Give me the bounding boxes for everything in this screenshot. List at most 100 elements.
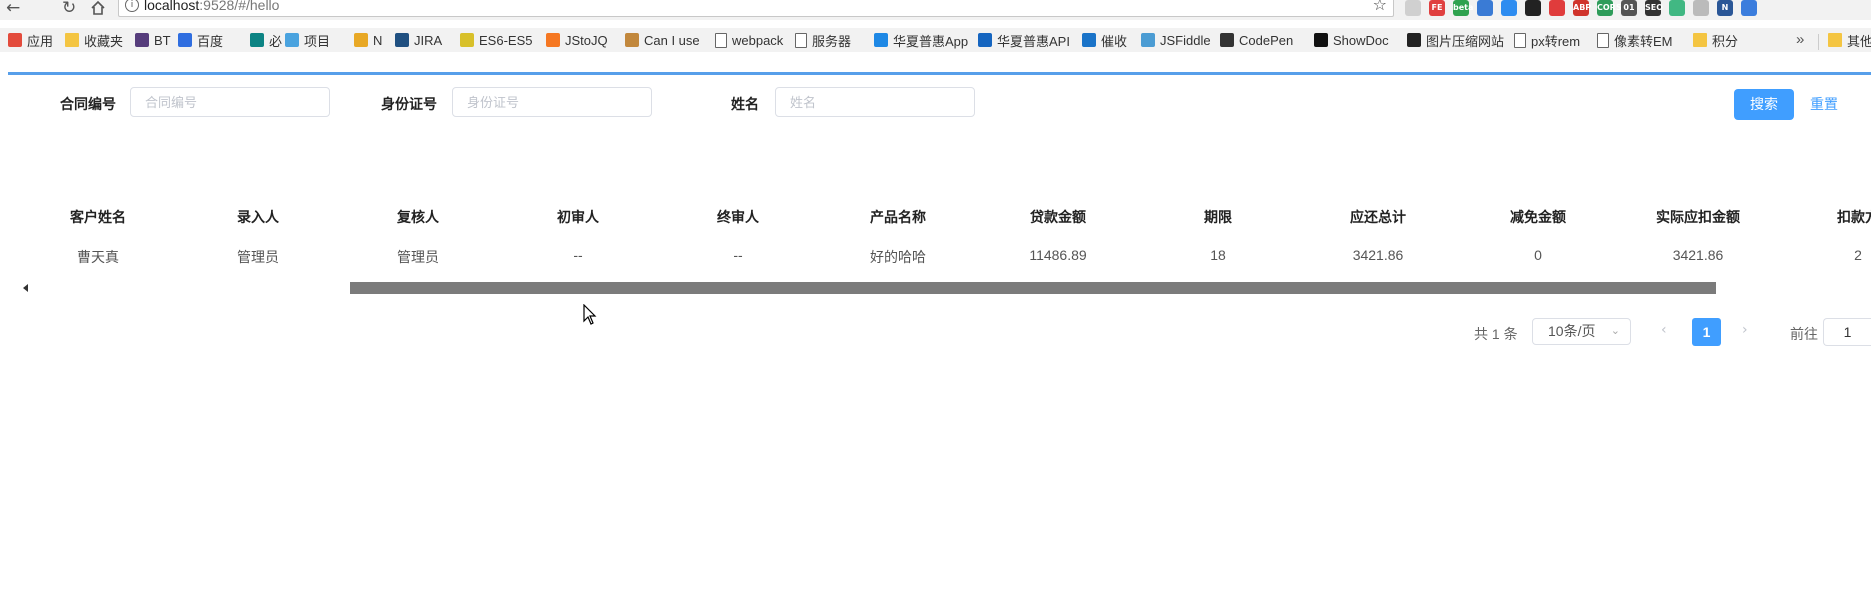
column-header[interactable]: 期限 xyxy=(1204,207,1232,227)
contract-number-input[interactable] xyxy=(130,87,330,117)
bookmark-item[interactable]: 必 xyxy=(250,31,282,49)
column-header[interactable]: 减免金额 xyxy=(1510,207,1566,227)
home-icon[interactable] xyxy=(90,0,106,18)
name-input[interactable] xyxy=(775,87,975,117)
bookmark-item[interactable]: 华夏普惠API xyxy=(978,31,1070,49)
bookmark-item[interactable]: 其他 xyxy=(1828,31,1871,49)
bookmark-label: N xyxy=(373,32,383,48)
table-cell: 3421.86 xyxy=(1352,247,1404,263)
extensions-row: FE beta ABP CORS 01 SEO N xyxy=(1405,0,1757,20)
bookmark-item[interactable]: BT xyxy=(135,31,171,49)
cloud-icon xyxy=(1141,33,1155,47)
bookmarks-bar: 应用 收藏夹 BT 百度 必 项目 N JIRA ES6-ES5 JStoJQ Can I use w… xyxy=(0,28,1871,52)
bookmark-label: ShowDoc xyxy=(1333,32,1389,48)
bookmark-item[interactable]: px转rem xyxy=(1514,31,1580,49)
id-card-input[interactable] xyxy=(452,87,652,117)
column-header[interactable]: 复核人 xyxy=(397,207,439,227)
bookmark-item[interactable]: JSFiddle xyxy=(1141,31,1211,49)
table-cell: 好的哈哈 xyxy=(870,249,926,265)
bookmark-label: Can I use xyxy=(644,32,700,48)
column-header[interactable]: 录入人 xyxy=(237,207,279,227)
bookmark-label: ES6-ES5 xyxy=(479,32,533,48)
bookmark-item[interactable]: 积分 xyxy=(1693,31,1738,49)
bootstrap-icon xyxy=(135,33,149,47)
column-header[interactable]: 贷款金额 xyxy=(1030,207,1086,227)
ext-9-icon[interactable]: CORS xyxy=(1597,0,1622,16)
bookmark-item[interactable]: webpack xyxy=(715,31,783,49)
ext-6-icon[interactable] xyxy=(1525,0,1541,16)
bookmark-item[interactable]: 收藏夹 xyxy=(65,31,123,49)
back-icon[interactable]: ← xyxy=(6,0,20,18)
column-header[interactable]: 实际应扣金额 xyxy=(1656,207,1740,227)
bookmark-item[interactable]: 应用 xyxy=(8,31,53,49)
bookmark-label: JSFiddle xyxy=(1160,32,1211,48)
table-cell: -- xyxy=(573,247,583,263)
ext-1-icon[interactable] xyxy=(1405,0,1421,16)
bookmark-label: 华夏普惠API xyxy=(997,33,1070,49)
bookmark-item[interactable]: 服务器 xyxy=(795,31,851,49)
column-header[interactable]: 产品名称 xyxy=(870,207,926,227)
address-bar[interactable]: i localhost:9528/#/hello ☆ xyxy=(118,0,1394,17)
prev-page-icon[interactable]: ‹ xyxy=(1661,322,1667,338)
document-icon xyxy=(1514,32,1526,48)
horizontal-scrollbar-thumb[interactable] xyxy=(350,282,1716,294)
next-page-icon[interactable]: › xyxy=(1742,322,1748,338)
column-header[interactable]: 客户姓名 xyxy=(70,207,126,227)
bookmark-label: 积分 xyxy=(1712,33,1739,49)
bookmark-label: 华夏普惠App xyxy=(893,33,969,49)
goto-label: 前往 xyxy=(1790,326,1818,342)
ext-12-icon[interactable] xyxy=(1669,0,1685,16)
pagination-total: 共 1 条 xyxy=(1474,326,1518,342)
column-header[interactable]: 终审人 xyxy=(717,207,759,227)
app-icon xyxy=(874,33,888,47)
bookmark-item[interactable]: 百度 xyxy=(178,31,223,49)
ext-14-icon[interactable]: N xyxy=(1717,0,1733,16)
bookmark-item[interactable]: N xyxy=(354,31,382,49)
site-info-icon[interactable]: i xyxy=(125,0,139,12)
ext-5-icon[interactable] xyxy=(1501,0,1517,16)
bookmark-item[interactable]: 像素转EM xyxy=(1597,31,1673,49)
search-button[interactable]: 搜索 xyxy=(1734,89,1794,120)
name-label: 姓名 xyxy=(731,96,759,112)
ext-10-icon[interactable]: 01 xyxy=(1621,0,1637,16)
document-icon xyxy=(795,32,807,48)
bookmark-item[interactable]: JStoJQ xyxy=(546,31,608,49)
column-header[interactable]: 应还总计 xyxy=(1350,207,1406,227)
bookmark-item[interactable]: 图片压缩网站 xyxy=(1407,31,1504,49)
bookmark-item[interactable]: CodePen xyxy=(1220,31,1293,49)
bookmark-label: 收藏夹 xyxy=(84,33,124,49)
api-icon xyxy=(978,33,992,47)
bookmark-item[interactable]: JIRA xyxy=(395,31,442,49)
ext-11-icon[interactable]: SEO xyxy=(1645,0,1663,16)
page-number-current[interactable]: 1 xyxy=(1692,318,1721,346)
ext-2-icon[interactable]: FE xyxy=(1429,0,1445,16)
goto-page-input[interactable]: 1 xyxy=(1823,318,1871,346)
page-size-value: 10条/页 xyxy=(1548,323,1596,339)
bookmarks-overflow-icon[interactable]: » xyxy=(1796,31,1804,48)
bookmark-item[interactable]: 催收 xyxy=(1082,31,1127,49)
reset-button[interactable]: 重置 xyxy=(1796,89,1852,120)
ext-4-icon[interactable] xyxy=(1477,0,1493,16)
chevron-down-icon: ⌄ xyxy=(1610,325,1620,337)
folder-icon xyxy=(1693,33,1707,47)
caniuse-icon xyxy=(625,33,639,47)
bookmark-label: CodePen xyxy=(1239,32,1294,48)
bookmark-star-icon[interactable]: ☆ xyxy=(1373,0,1387,13)
bookmark-item[interactable]: Can I use xyxy=(625,31,700,49)
ext-15-icon[interactable] xyxy=(1741,0,1757,16)
ext-3-icon[interactable]: beta xyxy=(1453,0,1473,16)
scroll-left-arrow-icon[interactable] xyxy=(23,284,28,292)
ext-8-icon[interactable]: ABP xyxy=(1573,0,1591,16)
column-header[interactable]: 扣款方 xyxy=(1837,207,1871,227)
reload-icon[interactable]: ↻ xyxy=(62,0,76,18)
column-header[interactable]: 初审人 xyxy=(557,207,599,227)
page-size-select[interactable]: 10条/页 ⌄ xyxy=(1532,318,1631,345)
bookmark-item[interactable]: ES6-ES5 xyxy=(460,31,532,49)
id-card-label: 身份证号 xyxy=(381,96,437,112)
ext-13-icon[interactable] xyxy=(1693,0,1709,16)
ext-7-icon[interactable] xyxy=(1549,0,1565,16)
url-path: :9528/#/hello xyxy=(199,0,280,13)
bookmark-item[interactable]: 项目 xyxy=(285,31,330,49)
bookmark-item[interactable]: 华夏普惠App xyxy=(874,31,968,49)
bookmark-item[interactable]: ShowDoc xyxy=(1314,31,1389,49)
